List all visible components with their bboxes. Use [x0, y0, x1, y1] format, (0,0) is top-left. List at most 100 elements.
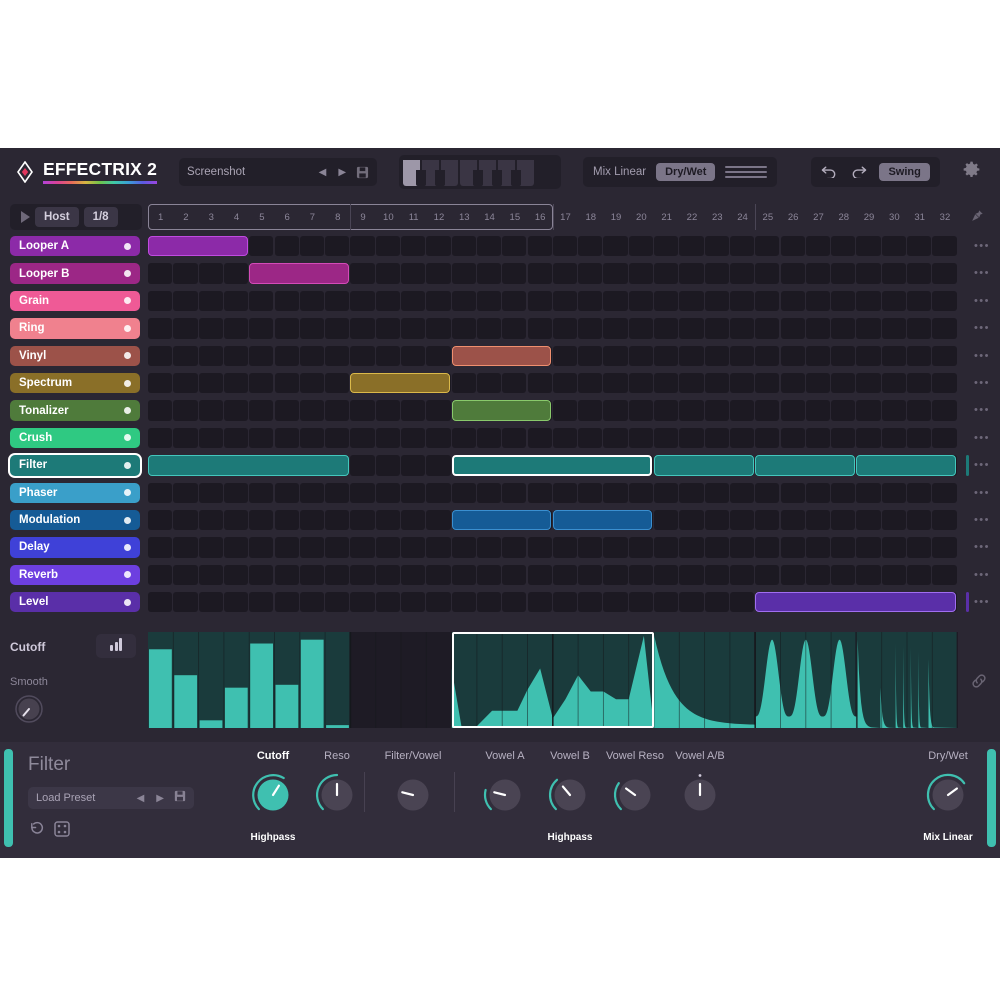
grid-cell[interactable]	[426, 236, 450, 256]
grid-cell[interactable]	[679, 318, 703, 338]
track-enable-dot[interactable]	[124, 571, 131, 578]
grid-cell[interactable]	[148, 428, 172, 448]
track-enable-dot[interactable]	[124, 380, 131, 387]
grid-cell[interactable]	[350, 291, 374, 311]
grid-cell[interactable]	[426, 291, 450, 311]
grid-cell[interactable]	[603, 346, 627, 366]
grid-cell[interactable]	[629, 428, 653, 448]
grid-cell[interactable]	[477, 263, 501, 283]
grid-cell[interactable]	[199, 428, 223, 448]
grid-cell[interactable]	[325, 400, 349, 420]
grid-cell[interactable]	[401, 483, 425, 503]
grid-cell[interactable]	[629, 592, 653, 612]
grid-cell[interactable]	[173, 373, 197, 393]
grid-cell[interactable]	[300, 400, 324, 420]
track-button-looper-a[interactable]: Looper A	[10, 236, 140, 256]
ruler-tick[interactable]: 6	[275, 204, 300, 230]
ruler-tick[interactable]: 25	[755, 204, 780, 230]
ruler-tick[interactable]: 17	[553, 204, 578, 230]
sequencer-clip[interactable]	[148, 455, 349, 475]
grid-cell[interactable]	[325, 346, 349, 366]
grid-cell[interactable]	[275, 373, 299, 393]
grid-cell[interactable]	[452, 537, 476, 557]
grid-cell[interactable]	[831, 537, 855, 557]
grid-cell[interactable]	[654, 510, 678, 530]
grid-cell[interactable]	[224, 291, 248, 311]
track-button-tonalizer[interactable]: Tonalizer	[10, 400, 140, 420]
grid-cell[interactable]	[679, 400, 703, 420]
grid-cell[interactable]	[831, 428, 855, 448]
grid-cell[interactable]	[932, 373, 956, 393]
grid-cell[interactable]	[275, 483, 299, 503]
grid-cell[interactable]	[781, 291, 805, 311]
knob-control[interactable]	[240, 769, 306, 828]
ruler-tick[interactable]: 23	[705, 204, 730, 230]
grid-cell[interactable]	[730, 592, 754, 612]
grid-cell[interactable]	[376, 510, 400, 530]
step-rate-button[interactable]: 1/8	[84, 207, 118, 227]
grid-cell[interactable]	[199, 483, 223, 503]
grid-cell[interactable]	[578, 263, 602, 283]
grid-cell[interactable]	[148, 510, 172, 530]
grid-cell[interactable]	[148, 592, 172, 612]
track-lane[interactable]	[148, 537, 964, 557]
grid-cell[interactable]	[199, 373, 223, 393]
grid-cell[interactable]	[856, 537, 880, 557]
grid-cell[interactable]	[553, 428, 577, 448]
grid-cell[interactable]	[856, 510, 880, 530]
grid-cell[interactable]	[528, 373, 552, 393]
grid-cell[interactable]	[932, 291, 956, 311]
track-enable-dot[interactable]	[124, 325, 131, 332]
grid-cell[interactable]	[882, 291, 906, 311]
grid-cell[interactable]	[275, 510, 299, 530]
grid-cell[interactable]	[300, 373, 324, 393]
grid-cell[interactable]	[603, 291, 627, 311]
track-button-delay[interactable]: Delay	[10, 537, 140, 557]
grid-cell[interactable]	[907, 400, 931, 420]
grid-cell[interactable]	[199, 291, 223, 311]
pin-icon[interactable]	[970, 209, 984, 228]
knob-control[interactable]	[915, 769, 981, 828]
grid-cell[interactable]	[882, 346, 906, 366]
sequencer-clip[interactable]	[755, 455, 855, 475]
grid-cell[interactable]	[452, 565, 476, 585]
track-lane[interactable]	[148, 346, 964, 366]
grid-cell[interactable]	[452, 236, 476, 256]
track-button-spectrum[interactable]: Spectrum	[10, 373, 140, 393]
grid-cell[interactable]	[730, 373, 754, 393]
ruler-tick[interactable]: 26	[781, 204, 806, 230]
grid-cell[interactable]	[249, 565, 273, 585]
grid-cell[interactable]	[654, 483, 678, 503]
grid-cell[interactable]	[426, 400, 450, 420]
grid-cell[interactable]	[603, 263, 627, 283]
grid-cell[interactable]	[275, 291, 299, 311]
grid-cell[interactable]	[173, 537, 197, 557]
grid-cell[interactable]	[528, 428, 552, 448]
track-button-modulation[interactable]: Modulation	[10, 510, 140, 530]
grid-cell[interactable]	[856, 428, 880, 448]
grid-cell[interactable]	[300, 291, 324, 311]
timeline-ruler[interactable]: 1234567891011121314151617181920212223242…	[148, 204, 988, 230]
grid-cell[interactable]	[350, 346, 374, 366]
grid-cell[interactable]	[199, 537, 223, 557]
track-menu-button[interactable]: •••	[974, 242, 990, 250]
grid-cell[interactable]	[401, 346, 425, 366]
grid-cell[interactable]	[705, 510, 729, 530]
grid-cell[interactable]	[528, 291, 552, 311]
grid-cell[interactable]	[502, 236, 526, 256]
grid-cell[interactable]	[325, 291, 349, 311]
grid-cell[interactable]	[654, 537, 678, 557]
track-button-phaser[interactable]: Phaser	[10, 483, 140, 503]
grid-cell[interactable]	[629, 346, 653, 366]
ruler-tick[interactable]: 15	[502, 204, 527, 230]
grid-cell[interactable]	[300, 346, 324, 366]
grid-cell[interactable]	[325, 428, 349, 448]
grid-cell[interactable]	[907, 428, 931, 448]
grid-cell[interactable]	[603, 236, 627, 256]
track-enable-dot[interactable]	[124, 489, 131, 496]
grid-cell[interactable]	[755, 483, 779, 503]
grid-cell[interactable]	[477, 373, 501, 393]
grid-cell[interactable]	[730, 510, 754, 530]
grid-cell[interactable]	[325, 565, 349, 585]
grid-cell[interactable]	[654, 263, 678, 283]
